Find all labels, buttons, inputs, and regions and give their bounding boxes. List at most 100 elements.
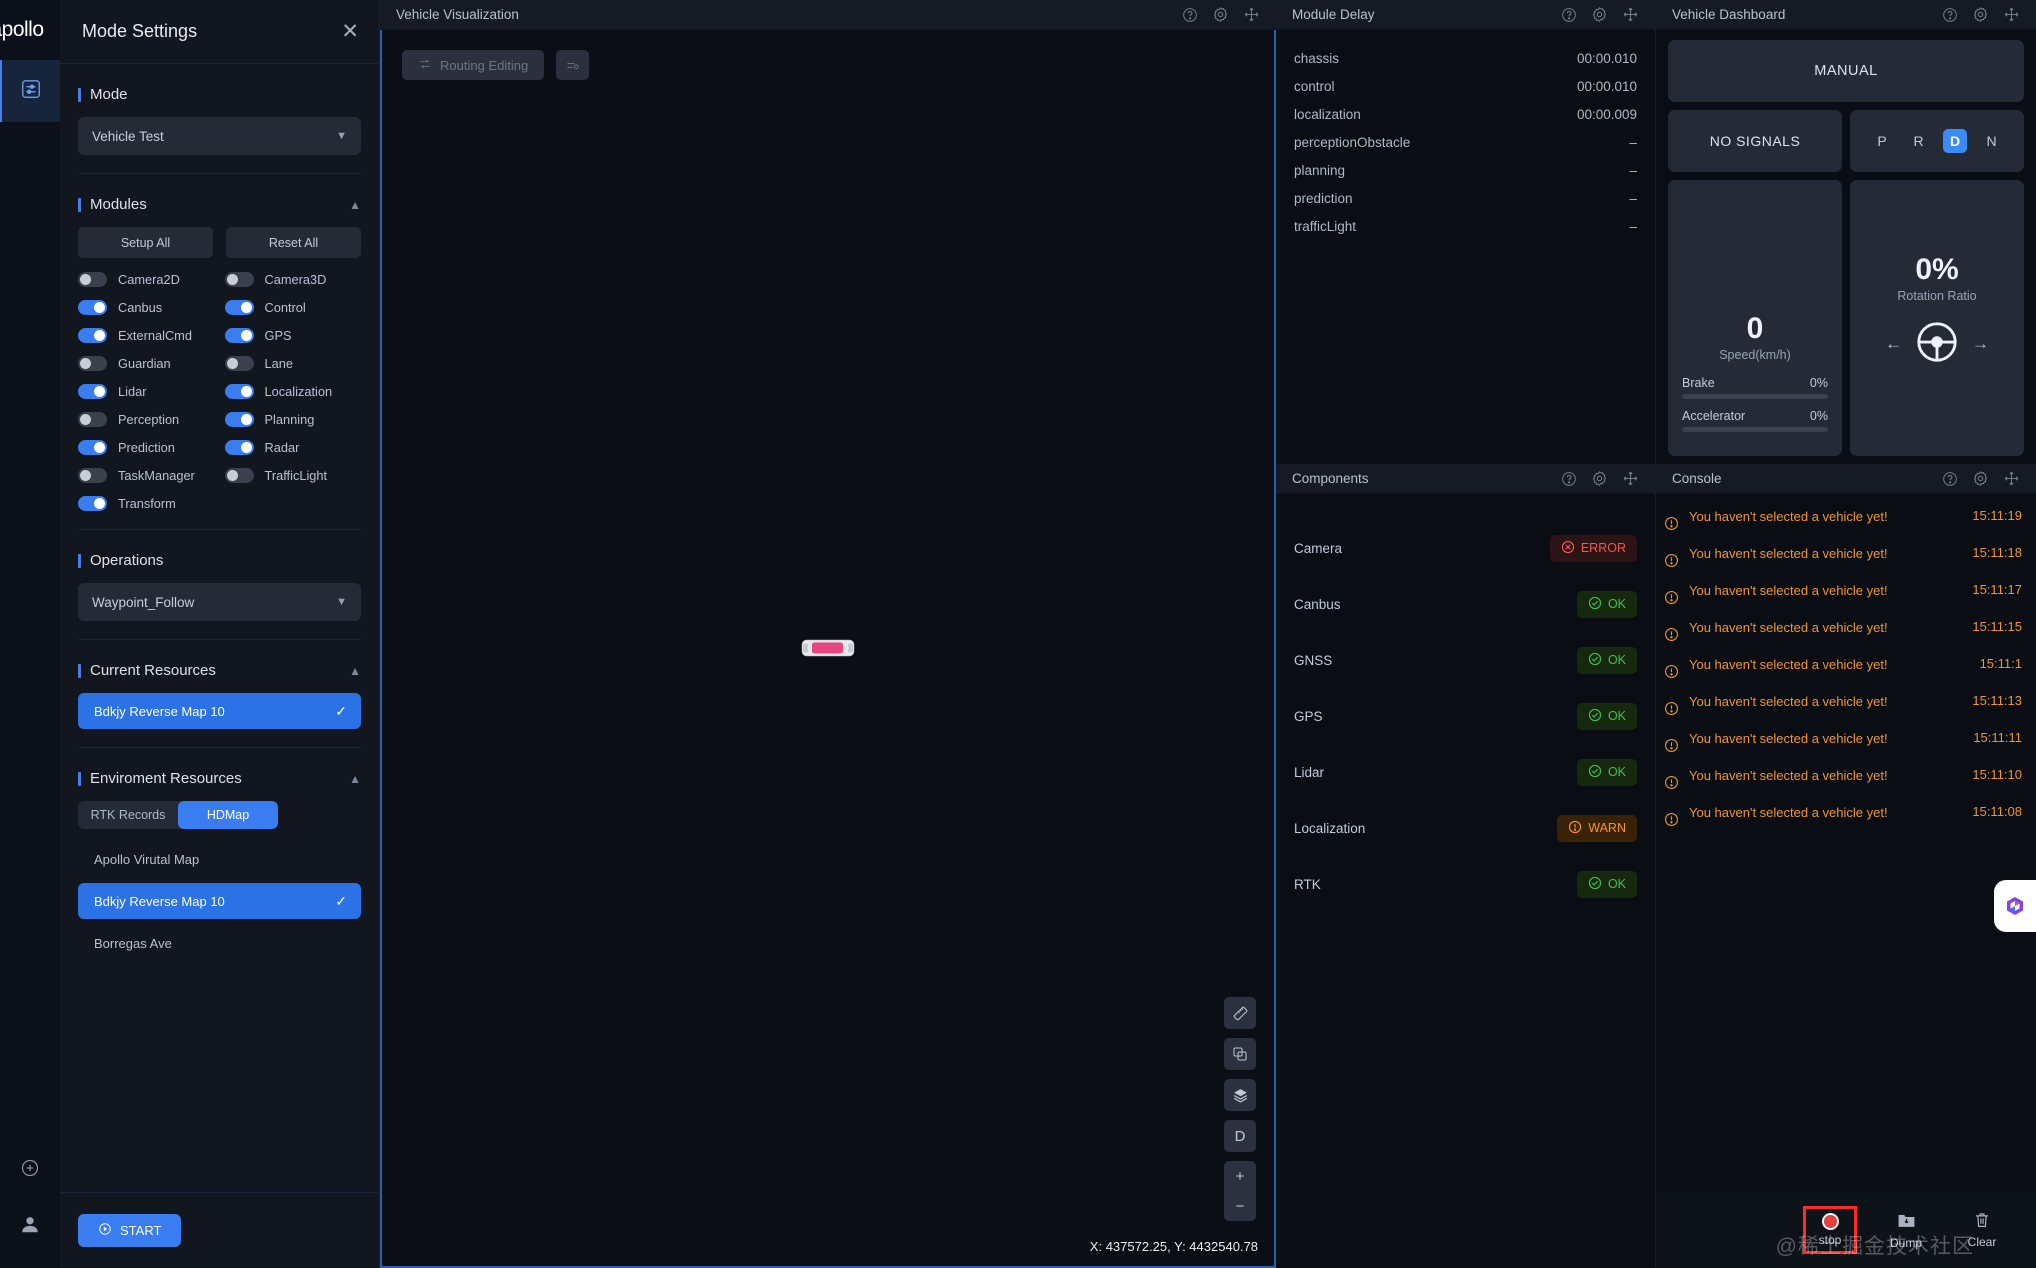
gear-icon[interactable] <box>1972 6 1989 23</box>
gear-icon[interactable] <box>1972 470 1989 487</box>
environment-resource-item[interactable]: Apollo Virutal Map <box>78 841 361 877</box>
move-icon[interactable] <box>2003 6 2020 23</box>
toggle-switch[interactable] <box>78 300 107 315</box>
environment-resource-item[interactable]: Borregas Ave <box>78 925 361 961</box>
console-header-icons <box>1942 470 2020 487</box>
zoom-in-icon[interactable]: + <box>1224 1161 1256 1191</box>
close-icon[interactable]: ✕ <box>341 21 359 42</box>
status-icon <box>1588 876 1602 893</box>
mode-select[interactable]: Vehicle Test ▼ <box>78 117 361 155</box>
toggle-switch[interactable] <box>78 272 107 287</box>
components-panel: Components Camera ERROR Canbus OK GNSS OK GPS O… <box>1276 464 1655 1268</box>
module-toggle-control[interactable]: Control <box>224 300 362 315</box>
speed-label: Speed(km/h) <box>1719 348 1791 362</box>
toggle-switch[interactable] <box>224 384 254 399</box>
toggle-switch[interactable] <box>224 300 254 315</box>
module-toggle-perception[interactable]: Perception <box>78 412 215 427</box>
module-toggle-externalcmd[interactable]: ExternalCmd <box>78 328 215 343</box>
toggle-switch[interactable] <box>224 440 254 455</box>
module-toggle-prediction[interactable]: Prediction <box>78 440 215 455</box>
toggle-switch[interactable] <box>78 356 107 371</box>
log-timestamp: 15:11:15 <box>1972 619 2022 634</box>
module-toggle-transform[interactable]: Transform <box>78 496 215 511</box>
chevron-up-icon[interactable]: ▲ <box>349 198 361 212</box>
module-toggle-gps[interactable]: GPS <box>224 328 362 343</box>
module-toggle-trafficlight[interactable]: TrafficLight <box>224 468 362 483</box>
help-icon[interactable] <box>1942 7 1958 23</box>
component-row: GNSS OK <box>1294 632 1637 688</box>
gear-icon[interactable] <box>1591 6 1608 23</box>
resource-label: Bdkjy Reverse Map 10 <box>94 703 225 719</box>
stop-button[interactable]: stop <box>1803 1206 1857 1254</box>
setup-all-button[interactable]: Setup All <box>78 227 213 258</box>
toggle-switch[interactable] <box>78 384 107 399</box>
delay-name: chassis <box>1294 50 1340 66</box>
help-icon[interactable] <box>1942 471 1958 487</box>
help-icon[interactable] <box>1182 7 1198 23</box>
rail-item-mode-settings[interactable] <box>0 60 60 122</box>
gear-icon[interactable] <box>1212 6 1229 23</box>
route-edit-icon-button[interactable] <box>556 50 590 80</box>
toggle-switch[interactable] <box>224 412 254 427</box>
clear-button[interactable]: Clear <box>1958 1211 2006 1249</box>
move-icon[interactable] <box>1622 6 1639 23</box>
module-toggle-localization[interactable]: Localization <box>224 384 362 399</box>
module-toggle-planning[interactable]: Planning <box>224 412 362 427</box>
module-toggle-lidar[interactable]: Lidar <box>78 384 215 399</box>
arrow-right-icon: → <box>1972 334 1989 353</box>
toggle-switch[interactable] <box>224 328 254 343</box>
module-toggle-camera2d[interactable]: Camera2D <box>78 272 215 287</box>
divider <box>78 529 361 530</box>
direction-d-icon[interactable]: D <box>1224 1120 1256 1152</box>
toggle-switch[interactable] <box>78 496 107 511</box>
move-icon[interactable] <box>1622 470 1639 487</box>
log-message: You haven't selected a vehicle yet! <box>1689 509 1888 524</box>
rotation-gauge: 0% Rotation Ratio ← → <box>1850 180 2024 456</box>
chevron-up-icon[interactable]: ▲ <box>349 664 361 678</box>
routing-editing-button[interactable]: Routing Editing <box>402 50 545 80</box>
module-toggle-lane[interactable]: Lane <box>224 356 362 371</box>
toggle-switch[interactable] <box>78 328 107 343</box>
routing-icon <box>418 57 432 74</box>
toggle-switch[interactable] <box>78 468 107 483</box>
console-log-entry: You haven't selected a vehicle yet! 15:11… <box>1664 798 2022 835</box>
start-button[interactable]: START <box>78 1214 182 1247</box>
help-icon[interactable] <box>1561 7 1577 23</box>
gear-icon[interactable] <box>1591 470 1608 487</box>
dump-button[interactable]: Dump <box>1882 1211 1930 1250</box>
move-icon[interactable] <box>2003 470 2020 487</box>
module-delay-row: planning – <box>1294 156 1637 184</box>
layers-icon[interactable] <box>1224 1079 1256 1111</box>
toggle-switch[interactable] <box>78 440 107 455</box>
toggle-switch[interactable] <box>224 272 254 287</box>
console-title: Console <box>1672 471 1722 486</box>
environment-resource-item[interactable]: Bdkjy Reverse Map 10 ✓ <box>78 883 361 919</box>
operations-select[interactable]: Waypoint_Follow ▼ <box>78 583 361 621</box>
env-tab-rtk-records[interactable]: RTK Records <box>78 801 178 829</box>
module-toggle-radar[interactable]: Radar <box>224 440 362 455</box>
current-resources-section-label: Current Resources <box>78 662 216 679</box>
warning-icon <box>1664 775 1680 793</box>
module-toggle-canbus[interactable]: Canbus <box>78 300 215 315</box>
module-toggle-taskmanager[interactable]: TaskManager <box>78 468 215 483</box>
chevron-up-icon[interactable]: ▲ <box>349 772 361 786</box>
copy-icon[interactable] <box>1224 1038 1256 1070</box>
visualization-viewport[interactable]: Routing Editing D + − X: 437572.25, Y: 4… <box>380 30 1276 1268</box>
rotation-value: 0% <box>1915 252 1959 286</box>
current-resource-item[interactable]: Bdkjy Reverse Map 10 ✓ <box>78 693 361 729</box>
reset-all-button[interactable]: Reset All <box>226 227 361 258</box>
toggle-switch[interactable] <box>224 468 254 483</box>
floating-assistant-icon[interactable] <box>1994 880 2036 932</box>
add-icon[interactable] <box>20 1158 40 1183</box>
module-toggle-guardian[interactable]: Guardian <box>78 356 215 371</box>
user-avatar-icon[interactable] <box>19 1213 41 1240</box>
toggle-switch[interactable] <box>78 412 107 427</box>
console-log-list[interactable]: You haven't selected a vehicle yet! 15:11… <box>1656 494 2036 1268</box>
ruler-icon[interactable] <box>1224 997 1256 1029</box>
zoom-out-icon[interactable]: − <box>1224 1191 1256 1221</box>
env-tab-hdmap[interactable]: HDMap <box>178 801 278 829</box>
module-toggle-camera3d[interactable]: Camera3D <box>224 272 362 287</box>
move-icon[interactable] <box>1243 6 1260 23</box>
toggle-switch[interactable] <box>224 356 254 371</box>
help-icon[interactable] <box>1561 471 1577 487</box>
